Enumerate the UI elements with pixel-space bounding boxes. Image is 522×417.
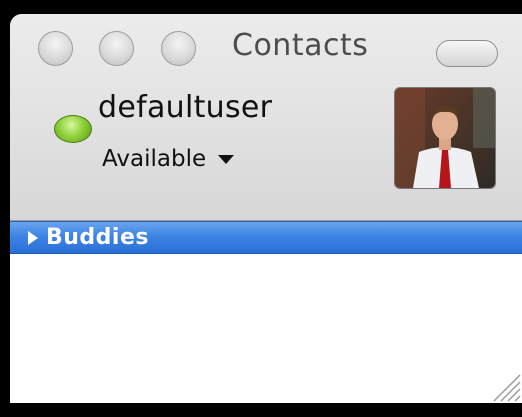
status-dropdown[interactable]: Available [102, 146, 235, 172]
minimize-button[interactable] [99, 31, 134, 66]
zoom-button[interactable] [161, 31, 196, 66]
contacts-window: Contacts defaultuser Available Buddies [10, 14, 522, 403]
group-row-buddies[interactable]: Buddies [10, 221, 522, 254]
dropdown-caret-icon [218, 154, 235, 164]
disclosure-triangle-icon[interactable] [28, 230, 38, 245]
resize-grip-icon[interactable] [488, 369, 522, 403]
account-username: defaultuser [98, 90, 273, 125]
status-available-icon [54, 115, 92, 143]
group-label: Buddies [46, 225, 149, 250]
window-title: Contacts [232, 28, 369, 63]
window-header: Contacts defaultuser Available [10, 14, 522, 221]
avatar[interactable] [394, 87, 496, 189]
status-label: Available [102, 146, 207, 172]
close-button[interactable] [38, 31, 73, 66]
toolbar-toggle-button[interactable] [436, 40, 498, 67]
avatar-image [395, 88, 495, 188]
contact-list [10, 254, 522, 403]
